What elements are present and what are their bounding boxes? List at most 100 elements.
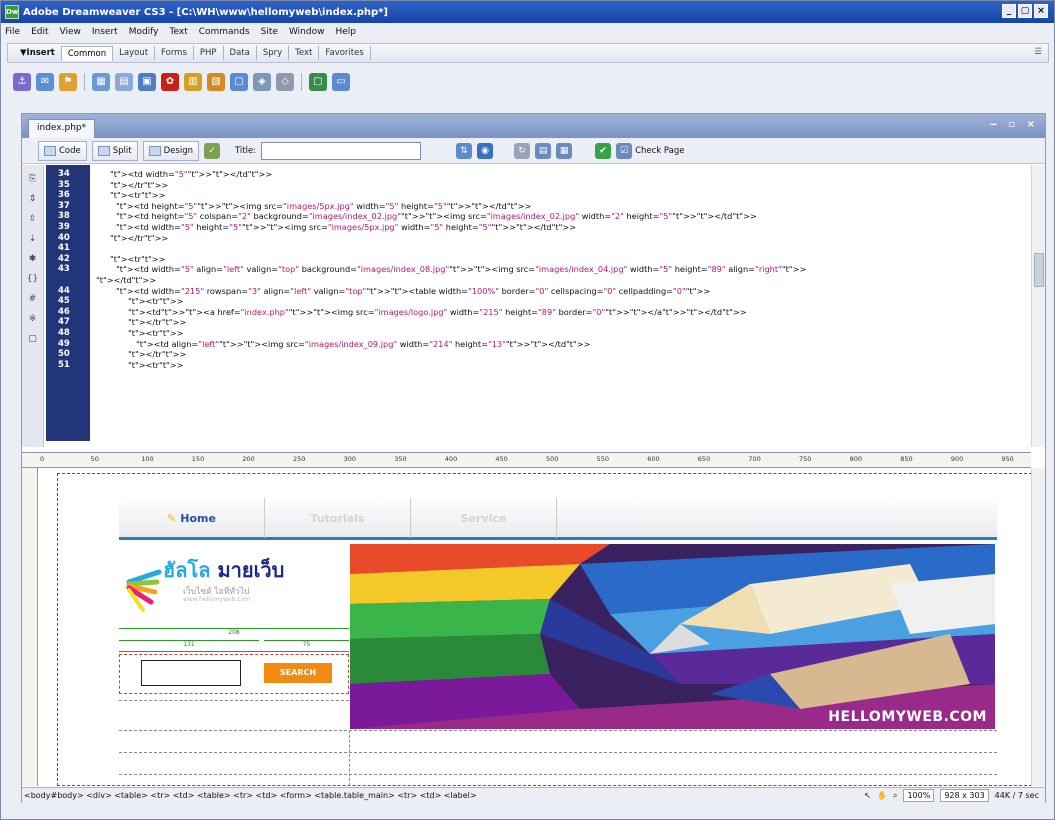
code-line: "t"></tr"t">>: [128, 317, 187, 328]
code-line: "t"></tr"t">>: [110, 232, 169, 243]
refresh-icon[interactable]: ↻: [514, 142, 531, 159]
code-view-pane[interactable]: ⎘ ⇕ ⇳ ⇣ ✱ {} # ※ ▢ 34 35 36 37 38 39 40 41 42 43 4…: [22, 165, 1045, 447]
menu-site[interactable]: Site: [261, 27, 278, 37]
nav-home[interactable]: ✎ Home: [119, 498, 265, 538]
menu-insert[interactable]: Insert: [92, 27, 118, 37]
highlight-invalid-icon[interactable]: ※: [26, 313, 40, 325]
menu-help[interactable]: Help: [335, 27, 356, 37]
code-view-button[interactable]: Code: [38, 140, 87, 161]
validate-markup-icon[interactable]: ✔: [595, 142, 612, 159]
hand-tool-icon[interactable]: ✋: [877, 791, 887, 800]
menu-view[interactable]: View: [60, 27, 81, 37]
ruler-tick-label: 950: [1001, 455, 1014, 463]
ruler-tick-label: 600: [647, 455, 660, 463]
media-icon[interactable]: ▥: [184, 73, 202, 91]
div-icon[interactable]: ▤: [115, 73, 133, 91]
collapse-selection-icon[interactable]: ⇳: [26, 213, 40, 225]
tab-forms[interactable]: Forms: [155, 46, 194, 60]
check-page-button[interactable]: ☑ Check Page: [616, 142, 685, 159]
tag-chooser-icon[interactable]: ▭: [332, 73, 350, 91]
document-tab[interactable]: index.php*: [28, 119, 96, 138]
code-line: "t"><td width="5" height="5""t">>"t"><im…: [116, 221, 577, 232]
code-line: "t"></tr"t">>: [110, 179, 169, 190]
menu-window[interactable]: Window: [289, 27, 325, 37]
design-view-pane[interactable]: ✎ Home Tutorials Service ฮัลโล มายเว็บ เว…: [39, 468, 1031, 786]
tab-php[interactable]: PHP: [194, 46, 224, 60]
logo-text-hello: ฮัลโล: [163, 558, 211, 582]
collapse-tag-icon[interactable]: ⇕: [26, 193, 40, 205]
title-input[interactable]: [261, 141, 422, 160]
tab-data[interactable]: Data: [224, 46, 257, 60]
table-row-guide: [119, 774, 997, 775]
table-row-guide: [119, 730, 997, 731]
line-number: 37: [58, 200, 70, 211]
file-management-icon[interactable]: ⇅: [456, 142, 473, 159]
visual-aids-icon[interactable]: ▦: [556, 142, 573, 159]
balance-braces-icon[interactable]: {}: [26, 273, 40, 285]
tab-common[interactable]: Common: [60, 45, 114, 61]
document-window-controls[interactable]: ‒ ▫ ×: [990, 119, 1039, 130]
nav-tutorials[interactable]: Tutorials: [265, 498, 411, 538]
status-bar: <body#body> <div> <table> <tr> <td> <tab…: [22, 787, 1045, 803]
comment-icon[interactable]: ▢: [230, 73, 248, 91]
check-page-icon: ☑: [616, 142, 633, 159]
table-width-total: 208: [228, 629, 240, 636]
menu-edit[interactable]: Edit: [31, 27, 48, 37]
hyperlink-icon[interactable]: ⚓: [13, 73, 31, 91]
tab-spry[interactable]: Spry: [257, 46, 290, 60]
window-size-select[interactable]: 928 x 303: [940, 789, 989, 802]
menu-file[interactable]: File: [5, 27, 20, 37]
code-editor[interactable]: "t"><td width="5""t">>"t"></td"t">> "t"><…: [96, 169, 1026, 370]
templates-icon[interactable]: ▢: [309, 73, 327, 91]
select-parent-tag-icon[interactable]: ✱: [26, 253, 40, 265]
panel-options-icon[interactable]: ☰: [1034, 47, 1042, 57]
line-number: 51: [58, 359, 70, 370]
tab-favorites[interactable]: Favorites: [319, 46, 371, 60]
preview-browser-icon[interactable]: ◉: [477, 142, 494, 159]
logo-text-myweb: มายเว็บ: [217, 558, 285, 582]
menu-modify[interactable]: Modify: [129, 27, 159, 37]
design-view-button[interactable]: Design: [142, 140, 199, 161]
menu-text[interactable]: Text: [170, 27, 188, 37]
search-input[interactable]: [141, 660, 241, 686]
select-tool-icon[interactable]: ↖: [864, 791, 871, 800]
code-line: "t"><tr"t">>: [110, 253, 166, 264]
image-icon[interactable]: ✿: [161, 73, 179, 91]
table-row-guide: [119, 700, 349, 701]
colored-pencils-image: [350, 544, 995, 729]
view-options-icon[interactable]: ▤: [535, 142, 552, 159]
hero-watermark: HELLOMYWEB.COM: [828, 709, 987, 725]
line-numbers-icon[interactable]: #: [26, 293, 40, 305]
nav-service[interactable]: Service: [411, 498, 557, 538]
code-scrollbar-thumb[interactable]: [1034, 253, 1044, 287]
named-anchor-icon[interactable]: ⚑: [59, 73, 77, 91]
search-button[interactable]: SEARCH: [264, 663, 332, 683]
menu-commands[interactable]: Commands: [199, 27, 250, 37]
close-button[interactable]: ×: [1034, 4, 1048, 18]
table-icon[interactable]: ▦: [92, 73, 110, 91]
tab-text[interactable]: Text: [289, 46, 320, 60]
open-documents-icon[interactable]: ⎘: [26, 173, 40, 185]
tab-layout[interactable]: Layout: [113, 46, 156, 60]
site-logo[interactable]: ฮัลโล มายเว็บ เว็บไซต์ ไอทีทั่วไป www.he…: [119, 544, 349, 630]
script-icon[interactable]: ◇: [276, 73, 294, 91]
design-scrollbar[interactable]: [1031, 468, 1045, 786]
expand-all-icon[interactable]: ⇣: [26, 233, 40, 245]
zoom-select[interactable]: 100%: [903, 789, 935, 802]
head-icon[interactable]: ◈: [253, 73, 271, 91]
split-view-button[interactable]: Split: [91, 140, 138, 161]
live-data-icon[interactable]: ✓: [203, 142, 220, 159]
code-scrollbar[interactable]: [1031, 165, 1045, 447]
restore-button[interactable]: ▢: [1018, 4, 1032, 18]
apply-comment-icon[interactable]: ▢: [26, 333, 40, 345]
insert-bar-toggle[interactable]: ▼Insert: [8, 48, 61, 58]
email-link-icon[interactable]: ✉: [36, 73, 54, 91]
zoom-tool-icon[interactable]: ⌕: [893, 791, 897, 801]
table-row-guide: [119, 752, 997, 753]
layer-icon[interactable]: ▣: [138, 73, 156, 91]
line-number: 42: [58, 253, 70, 264]
line-number: 38: [58, 211, 70, 222]
date-icon[interactable]: ▧: [207, 73, 225, 91]
minimize-button[interactable]: _: [1002, 4, 1016, 18]
tag-selector[interactable]: <body#body> <div> <table> <tr> <td> <tab…: [24, 791, 477, 800]
